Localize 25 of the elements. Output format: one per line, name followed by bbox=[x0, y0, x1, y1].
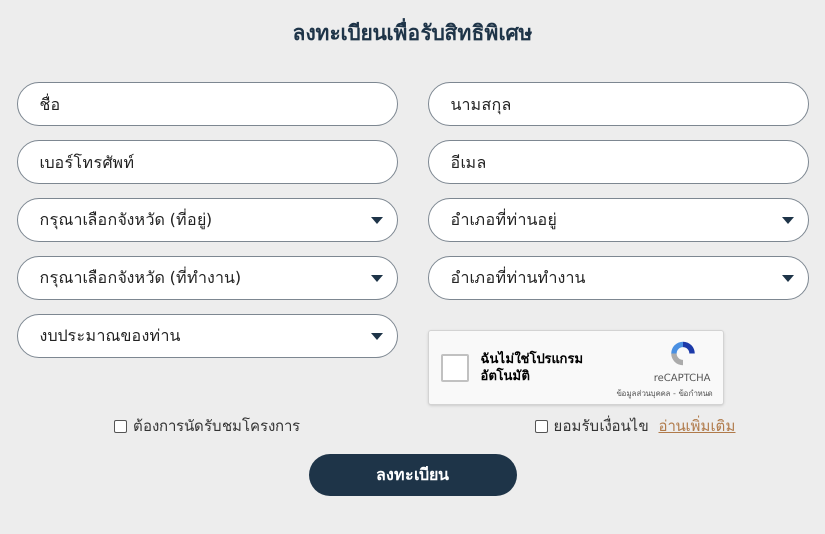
caret-icon bbox=[370, 216, 382, 224]
text-field[interactable]: นามสกุล bbox=[428, 82, 808, 126]
caret-icon bbox=[370, 332, 382, 340]
caret-icon bbox=[370, 274, 382, 282]
text-field[interactable]: เบอร์โทรศัพท์ bbox=[16, 140, 398, 184]
checkbox-label: ต้องการนัดรับชมโครงการ bbox=[133, 416, 300, 437]
captcha-label: อัตโนมัติ bbox=[480, 368, 530, 384]
dropdown-field[interactable]: งบประมาณของท่าน bbox=[16, 314, 398, 358]
dropdown-field[interactable]: อำเภอที่ท่านทำงาน bbox=[428, 256, 808, 300]
captcha-label: ฉันไม่ใช่โปรแกรม bbox=[480, 350, 584, 368]
checkbox-label: ยอมรับเงื่อนไข bbox=[554, 415, 648, 437]
caret-icon bbox=[782, 274, 794, 282]
text-field[interactable]: ชื่อ bbox=[16, 82, 398, 126]
form-title: ลงทะเบียนเพื่อรับสิทธิพิเศษ bbox=[292, 18, 532, 48]
dropdown-field[interactable]: อำเภอที่ท่านอยู่ bbox=[428, 198, 808, 242]
dropdown-field[interactable]: กรุณาเลือกจังหวัด (ที่อยู่) bbox=[16, 198, 398, 242]
recaptcha-brand: reCAPTCHA bbox=[654, 372, 710, 386]
register-button[interactable]: ลงทะเบียน bbox=[308, 454, 516, 496]
checkbox[interactable] bbox=[534, 420, 548, 433]
privacy-terms-links[interactable]: ข้อมูลส่วนบุคคล - ข้อกำหนด bbox=[616, 388, 712, 400]
checkbox[interactable] bbox=[114, 420, 127, 433]
captcha-checkbox[interactable] bbox=[440, 354, 468, 382]
text-field[interactable]: อีเมล bbox=[428, 140, 808, 184]
dropdown-field[interactable]: กรุณาเลือกจังหวัด (ที่ทำงาน) bbox=[16, 256, 398, 300]
caret-icon bbox=[782, 216, 794, 224]
